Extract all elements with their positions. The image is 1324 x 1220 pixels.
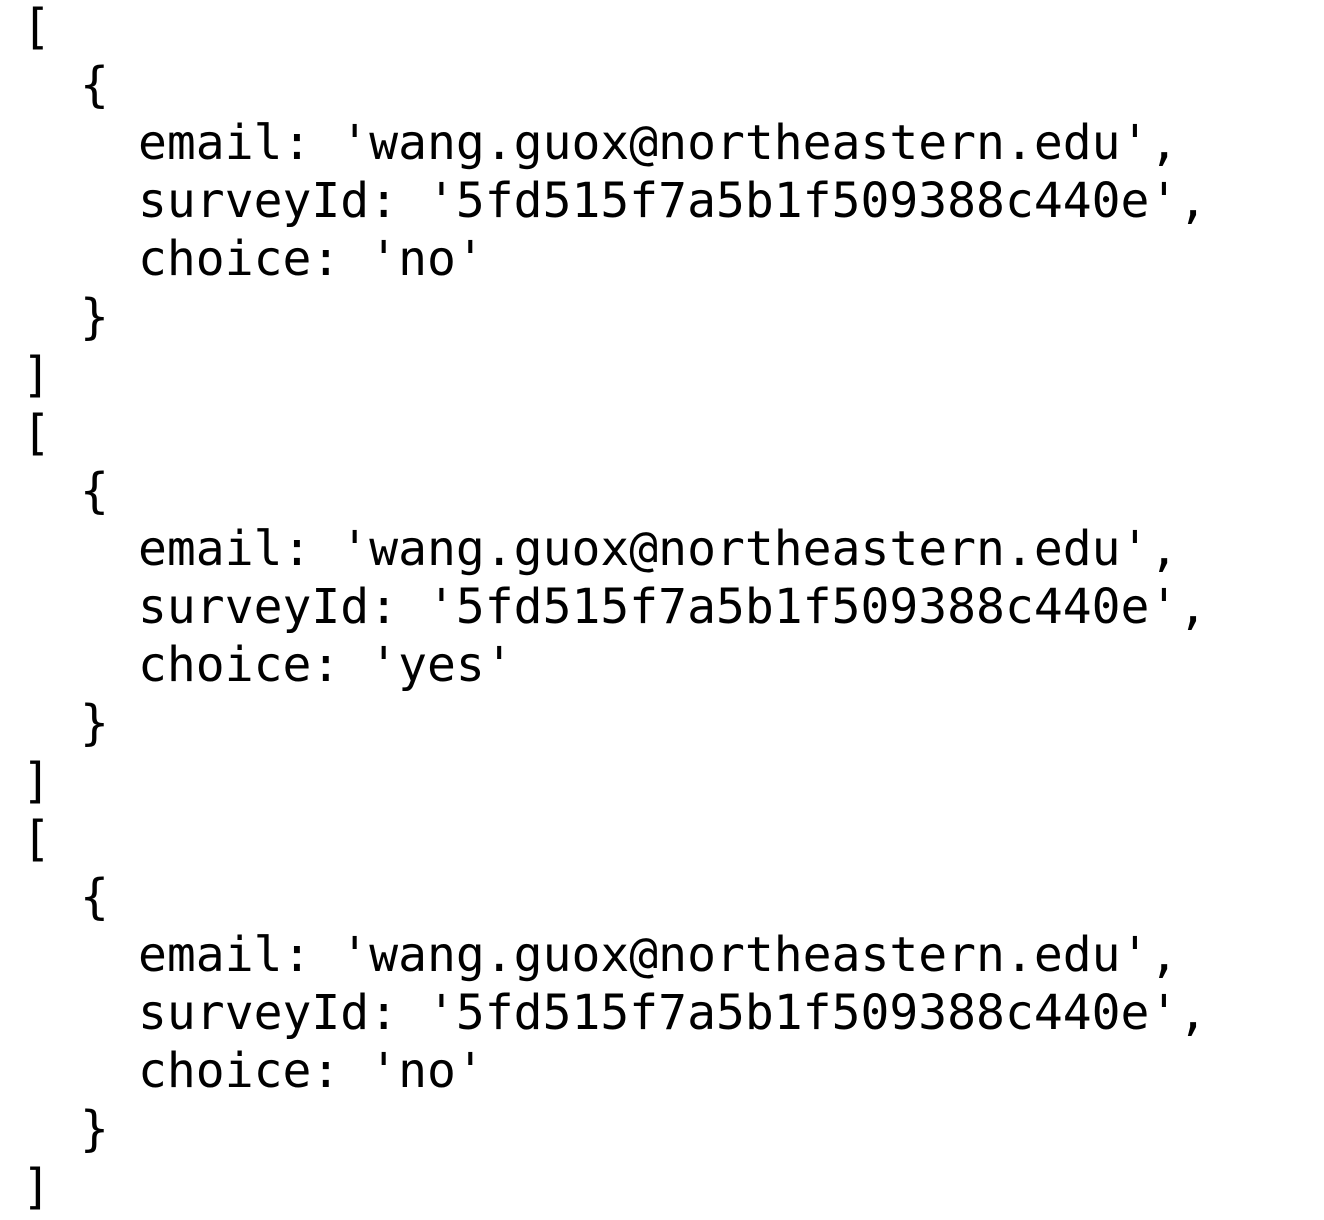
close-bracket: ] [22, 753, 51, 809]
survey-id-line: surveyId: '5fd515f7a5b1f509388c440e', [138, 985, 1208, 1041]
close-bracket: ] [22, 1159, 51, 1215]
close-bracket: ] [22, 347, 51, 403]
choice-line: choice: 'yes' [138, 637, 514, 693]
console-output: [{email: 'wang.guox@northeastern.edu', su… [22, 0, 1207, 1216]
close-brace: } [80, 695, 109, 751]
open-brace: { [80, 869, 109, 925]
choice-line: choice: 'no' [138, 1043, 485, 1099]
open-bracket: [ [22, 811, 51, 867]
open-bracket: [ [22, 405, 51, 461]
open-brace: { [80, 57, 109, 113]
email-line: email: 'wang.guox@northeastern.edu', [138, 521, 1179, 577]
close-brace: } [80, 289, 109, 345]
open-bracket: [ [22, 0, 51, 55]
email-line: email: 'wang.guox@northeastern.edu', [138, 115, 1179, 171]
survey-id-line: surveyId: '5fd515f7a5b1f509388c440e', [138, 579, 1208, 635]
open-brace: { [80, 463, 109, 519]
survey-id-line: surveyId: '5fd515f7a5b1f509388c440e', [138, 173, 1208, 229]
close-brace: } [80, 1101, 109, 1157]
choice-line: choice: 'no' [138, 231, 485, 287]
email-line: email: 'wang.guox@northeastern.edu', [138, 927, 1179, 983]
